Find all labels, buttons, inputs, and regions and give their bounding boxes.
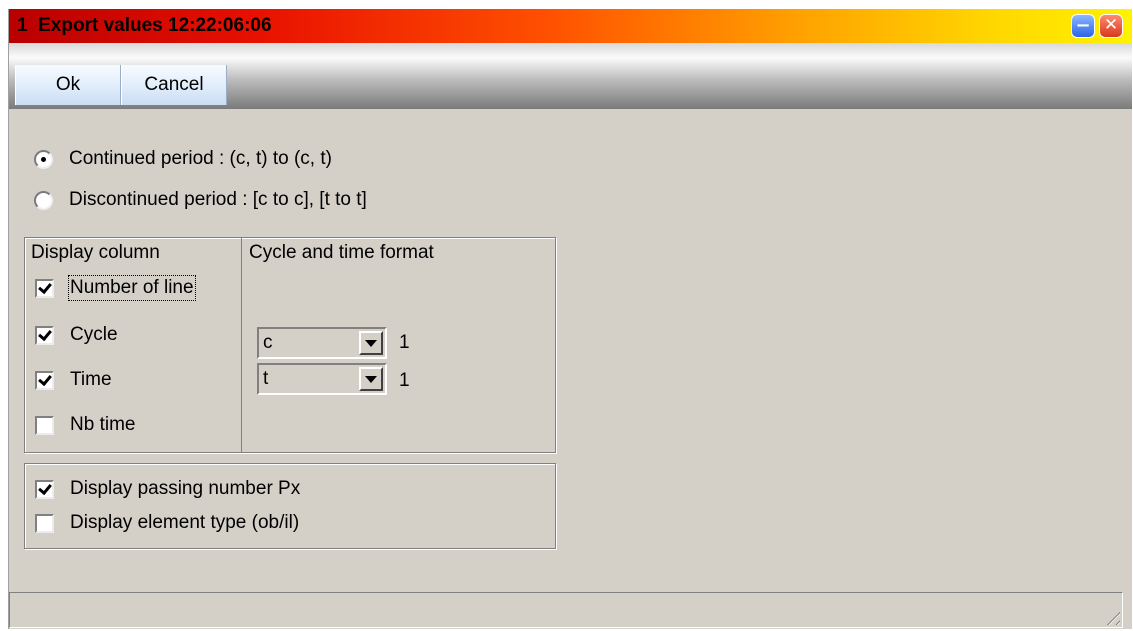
time-format-number: 1 [399, 370, 410, 391]
chevron-down-icon[interactable] [359, 331, 383, 355]
time-label: Time [70, 369, 112, 390]
display-options-group: Display passing number Px Display elemen… [24, 463, 556, 549]
continued-period-option[interactable]: Continued period : (c, t) to (c, t) [34, 147, 332, 171]
resize-grip-icon[interactable] [1102, 607, 1120, 625]
time-option[interactable]: Time [35, 368, 112, 392]
cycle-option[interactable]: Cycle [35, 323, 118, 347]
ok-button[interactable]: Ok [15, 65, 121, 105]
cycle-format-number: 1 [399, 332, 410, 353]
continued-period-radio[interactable] [34, 149, 53, 169]
number-of-line-checkbox[interactable] [35, 278, 54, 298]
close-button[interactable]: ✕ [1099, 14, 1123, 38]
toolbar: Ok Cancel [9, 43, 1132, 109]
discontinued-period-radio[interactable] [34, 190, 53, 210]
number-of-line-option[interactable]: Number of line [35, 275, 196, 301]
close-icon: ✕ [1103, 15, 1119, 35]
element-type-label: Display element type (ob/il) [70, 512, 300, 533]
nb-time-option[interactable]: Nb time [35, 413, 135, 437]
display-column-title: Display column [31, 242, 160, 263]
cycle-format-select[interactable]: c [257, 327, 387, 359]
element-type-checkbox[interactable] [35, 513, 54, 533]
nb-time-checkbox[interactable] [35, 415, 54, 435]
group-divider [241, 238, 242, 452]
time-format-value: t [263, 368, 269, 389]
passing-number-label: Display passing number Px [70, 478, 301, 499]
time-format-select[interactable]: t [257, 363, 387, 395]
export-values-window: 1 Export values 12:22:06:06 − ✕ Ok Cance… [8, 9, 1132, 629]
minimize-button[interactable]: − [1071, 14, 1095, 38]
window-title: 1 Export values 12:22:06:06 [17, 15, 272, 36]
discontinued-period-label: Discontinued period : [c to c], [t to t] [69, 189, 367, 210]
cycle-format-value: c [263, 332, 273, 353]
format-title: Cycle and time format [249, 242, 434, 263]
title-bar[interactable]: 1 Export values 12:22:06:06 − ✕ [9, 9, 1132, 43]
element-type-option[interactable]: Display element type (ob/il) [35, 511, 299, 535]
passing-number-checkbox[interactable] [35, 479, 54, 499]
chevron-down-icon[interactable] [359, 367, 383, 391]
nb-time-label: Nb time [70, 414, 136, 435]
passing-number-option[interactable]: Display passing number Px [35, 477, 300, 501]
cycle-checkbox[interactable] [35, 325, 54, 345]
continued-period-label: Continued period : (c, t) to (c, t) [69, 148, 332, 169]
discontinued-period-option[interactable]: Discontinued period : [c to c], [t to t] [34, 188, 367, 212]
number-of-line-label: Number of line [68, 275, 196, 301]
status-bar [9, 592, 1123, 628]
minimize-icon: − [1075, 15, 1091, 36]
cycle-label: Cycle [70, 324, 118, 345]
cancel-button[interactable]: Cancel [121, 65, 227, 105]
time-checkbox[interactable] [35, 370, 54, 390]
